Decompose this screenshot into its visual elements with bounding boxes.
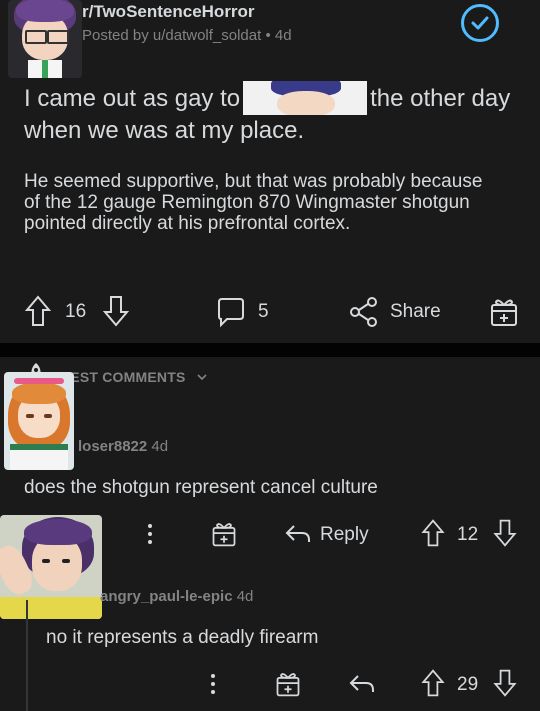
award-icon[interactable] bbox=[274, 670, 302, 698]
title-part-1: I came out as gay to bbox=[24, 85, 241, 112]
comment-1-avatar[interactable] bbox=[4, 372, 74, 470]
thread-line[interactable] bbox=[26, 600, 28, 711]
downvote-icon[interactable] bbox=[492, 668, 518, 698]
post-body: He seemed supportive, but that was proba… bbox=[24, 171, 483, 234]
posted-by[interactable]: Posted by u/datwolf_soldat bbox=[82, 27, 261, 44]
award-icon[interactable] bbox=[488, 296, 520, 328]
share-icon[interactable] bbox=[348, 296, 380, 328]
comment-2-text: no it represents a deadly firearm bbox=[46, 627, 319, 648]
comment-2-score: 29 bbox=[457, 674, 479, 695]
comment-2-avatar[interactable] bbox=[0, 515, 102, 619]
comment-1-text: does the shotgun represent cancel cultur… bbox=[24, 477, 378, 498]
redacted-name-image bbox=[243, 81, 368, 115]
chevron-down-icon bbox=[197, 374, 207, 381]
comment-1-score: 12 bbox=[457, 524, 479, 545]
upvote-icon[interactable] bbox=[24, 294, 52, 328]
post-title[interactable]: I came out as gay to the other day when w… bbox=[24, 81, 524, 146]
share-button[interactable]: Share bbox=[390, 301, 441, 323]
post-upvote-count: 16 bbox=[65, 301, 87, 322]
comment-1-username[interactable]: loser8822 bbox=[78, 438, 147, 455]
post-meta: Posted by u/datwolf_soldat • 4d bbox=[82, 27, 292, 44]
post-card: r/TwoSentenceHorror Posted by u/datwolf_… bbox=[0, 0, 540, 343]
more-icon[interactable] bbox=[208, 672, 218, 696]
comment-2-header: angry_paul-le-epic 4d bbox=[100, 588, 253, 605]
downvote-icon[interactable] bbox=[102, 294, 130, 328]
subreddit-name[interactable]: r/TwoSentenceHorror bbox=[82, 2, 255, 22]
upvote-icon[interactable] bbox=[420, 518, 446, 548]
sort-best-comments[interactable]: BEST COMMENTS bbox=[60, 369, 208, 385]
upvote-icon[interactable] bbox=[420, 668, 446, 698]
meta-dot: • bbox=[265, 27, 275, 44]
section-separator bbox=[0, 343, 540, 357]
check-icon bbox=[471, 16, 489, 30]
reply-button[interactable]: Reply bbox=[320, 524, 369, 546]
comment-icon[interactable] bbox=[215, 296, 247, 328]
comment-2-age: 4d bbox=[236, 588, 254, 605]
post-age: 4d bbox=[274, 27, 292, 44]
post-comment-count[interactable]: 5 bbox=[258, 301, 269, 323]
comment-1-age: 4d bbox=[151, 438, 169, 455]
sort-label: BEST COMMENTS bbox=[60, 369, 186, 385]
reply-icon[interactable] bbox=[284, 522, 312, 546]
post-author-avatar[interactable] bbox=[8, 0, 82, 78]
comment-1-header: loser8822 4d bbox=[78, 438, 168, 455]
verified-icon[interactable] bbox=[461, 4, 499, 42]
downvote-icon[interactable] bbox=[492, 518, 518, 548]
more-icon[interactable] bbox=[145, 522, 155, 546]
award-icon[interactable] bbox=[210, 520, 238, 548]
reply-icon[interactable] bbox=[348, 672, 376, 696]
comment-2-username[interactable]: angry_paul-le-epic bbox=[100, 588, 233, 605]
